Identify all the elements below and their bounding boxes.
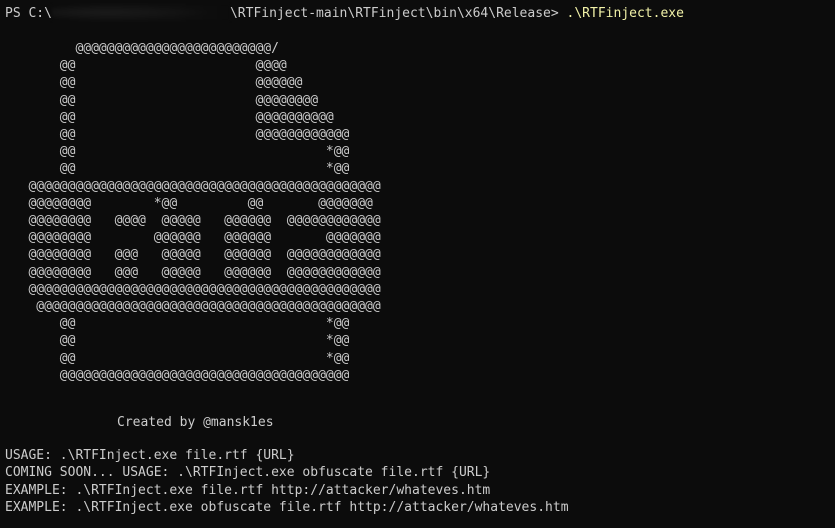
usage-text-block: USAGE: .\RTFInject.exe file.rtf {URL} CO… (5, 447, 569, 516)
redacted-path-segment (51, 4, 230, 21)
ascii-art-logo: @@@@@@@@@@@@@@@@@@@@@@@@@/ @@ @@@@ @@ @@… (28, 41, 381, 383)
terminal-window[interactable]: PS C:\ \RTFinject-main\RTFinject\bin\x64\… (0, 0, 835, 528)
author-credit: Created by @mansk1es (117, 415, 274, 430)
example-line: EXAMPLE: .\RTFInject.exe file.rtf http:/… (5, 482, 491, 498)
usage-line: USAGE: .\RTFInject.exe file.rtf {URL} (5, 448, 295, 463)
command-text: .\RTFinject.exe (566, 6, 684, 21)
example-line: EXAMPLE: .\RTFInject.exe obfuscate file.… (5, 499, 569, 515)
prompt-line: PS C:\ \RTFinject-main\RTFinject\bin\x64\… (5, 4, 684, 24)
prompt-path: \RTFinject-main\RTFinject\bin\x64\Releas… (229, 6, 559, 21)
usage-line: COMING SOON... USAGE: .\RTFInject.exe ob… (5, 465, 491, 481)
prompt-prefix: PS C:\ (5, 6, 52, 21)
